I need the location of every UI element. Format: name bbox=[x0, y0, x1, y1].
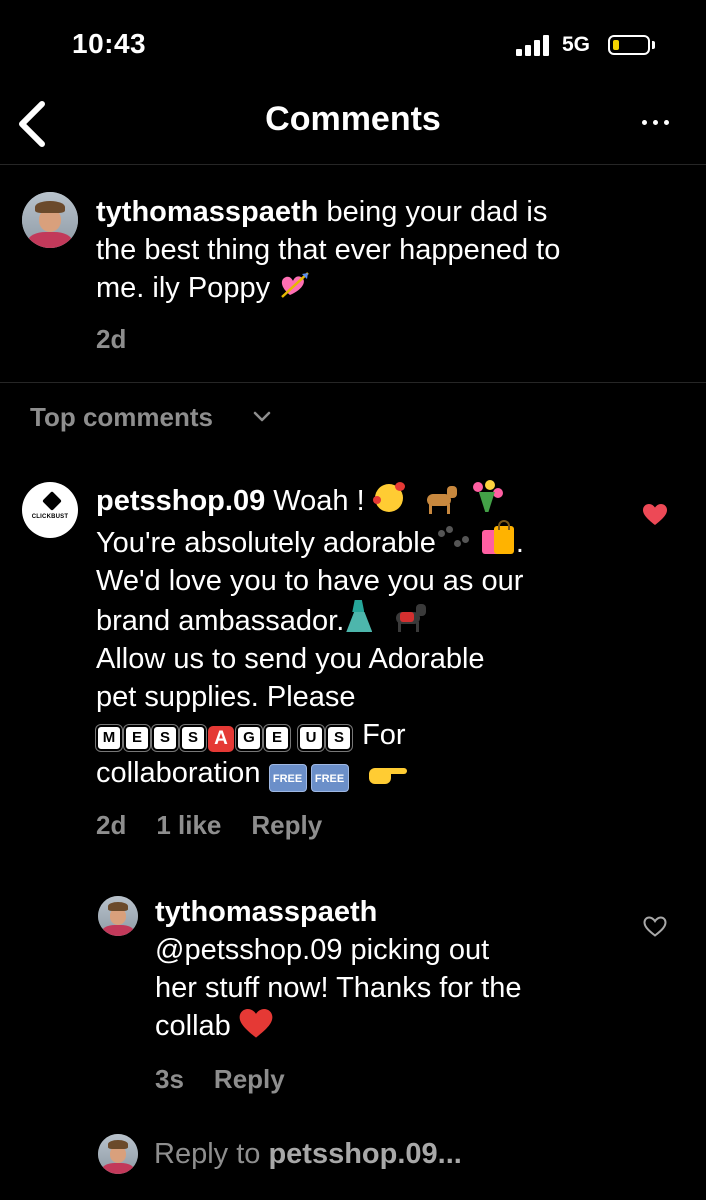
comment-line: pet supplies. Please bbox=[96, 681, 356, 713]
caption-line: the best thing that ever happened to bbox=[96, 234, 561, 266]
comment-text: petsshop.09 Woah ! You're absolutely ado… bbox=[96, 480, 636, 792]
caption-text: tythomasspaeth being your dad is the bes… bbox=[96, 193, 676, 307]
keycap-letter: S bbox=[152, 725, 178, 751]
keycap-letter: G bbox=[236, 725, 262, 751]
status-time: 10:43 bbox=[72, 28, 147, 59]
reply-line: @petsshop.09 picking out bbox=[155, 934, 490, 966]
heart-arrow-emoji bbox=[281, 272, 309, 298]
divider bbox=[0, 164, 706, 165]
dog-emoji bbox=[421, 482, 461, 514]
keycap-letter: S bbox=[180, 725, 206, 751]
reply-line: her stuff now! Thanks for the bbox=[155, 972, 522, 1004]
smiling-hearts-emoji bbox=[372, 482, 407, 514]
comment-time: 2d bbox=[96, 810, 127, 840]
keycap-letter: A bbox=[208, 726, 234, 752]
comment-line: . bbox=[515, 527, 524, 559]
comment-line: collaboration bbox=[96, 757, 261, 789]
bouquet-emoji bbox=[469, 480, 505, 514]
reply-text: tythomasspaeth @petsshop.09 picking out … bbox=[155, 893, 625, 1045]
reply-input-target: petsshop.09... bbox=[268, 1138, 462, 1170]
top-comments-filter[interactable]: Top comments bbox=[30, 402, 213, 433]
comment-line: You're absolutely adorable bbox=[96, 527, 436, 559]
network-label: 5G bbox=[562, 33, 591, 56]
keycap-letter: S bbox=[326, 725, 352, 751]
comment-line: For bbox=[362, 719, 406, 751]
reply-time: 3s bbox=[155, 1064, 184, 1094]
comment-meta: 2d 1 like Reply bbox=[96, 810, 352, 841]
more-icon[interactable] bbox=[638, 112, 674, 132]
reply-line: collab bbox=[155, 1010, 231, 1042]
comment-line: brand ambassador. bbox=[96, 605, 345, 637]
keycap-letter: E bbox=[264, 725, 290, 751]
brand-logo-text: CLICKBUST bbox=[31, 514, 69, 520]
avatar[interactable] bbox=[98, 896, 138, 936]
heart-outline-icon[interactable] bbox=[643, 916, 667, 938]
caption-line: being your dad is bbox=[326, 196, 548, 228]
keycap-letter: M bbox=[96, 725, 122, 751]
red-heart-emoji bbox=[239, 1009, 273, 1038]
paw-prints-emoji bbox=[436, 526, 472, 556]
comment-line: Woah ! bbox=[273, 485, 365, 517]
comment-username[interactable]: petsshop.09 bbox=[96, 485, 265, 517]
service-dog-emoji bbox=[390, 600, 430, 634]
message-keycaps-line: MESSAGEUS For bbox=[96, 716, 636, 754]
battery-icon bbox=[608, 35, 650, 55]
shopping-bags-emoji bbox=[480, 520, 516, 556]
keycap-letter: E bbox=[124, 725, 150, 751]
dress-emoji bbox=[344, 600, 376, 634]
divider bbox=[0, 382, 706, 383]
caption-username[interactable]: tythomasspaeth bbox=[96, 196, 318, 228]
keycap-letter: U bbox=[298, 725, 324, 751]
caption-time: 2d bbox=[96, 324, 127, 354]
pointing-hand-emoji bbox=[368, 760, 409, 786]
chevron-down-icon[interactable] bbox=[252, 410, 272, 424]
free-badge: FREE bbox=[310, 764, 349, 792]
battery-cap bbox=[652, 41, 655, 49]
comment-line: We'd love you to have you as our bbox=[96, 565, 524, 597]
comment-likes[interactable]: 1 like bbox=[156, 810, 221, 840]
reply-meta: 3s Reply bbox=[155, 1064, 315, 1095]
reply-input[interactable]: Reply to petsshop.09... bbox=[154, 1138, 462, 1171]
comment-line: Allow us to send you Adorable bbox=[96, 643, 485, 675]
free-badge: FREE bbox=[268, 764, 307, 792]
avatar bbox=[98, 1134, 138, 1174]
reply-username[interactable]: tythomasspaeth bbox=[155, 893, 625, 931]
reply-button[interactable]: Reply bbox=[251, 810, 322, 840]
caption-line: me. ily Poppy bbox=[96, 272, 271, 304]
signal-icon bbox=[516, 34, 552, 56]
avatar[interactable] bbox=[22, 192, 78, 248]
page-title: Comments bbox=[265, 100, 441, 138]
reply-input-prefix: Reply to bbox=[154, 1138, 261, 1170]
heart-filled-icon[interactable] bbox=[643, 504, 667, 526]
reply-button[interactable]: Reply bbox=[214, 1064, 285, 1094]
avatar[interactable]: CLICKBUST bbox=[22, 482, 78, 538]
